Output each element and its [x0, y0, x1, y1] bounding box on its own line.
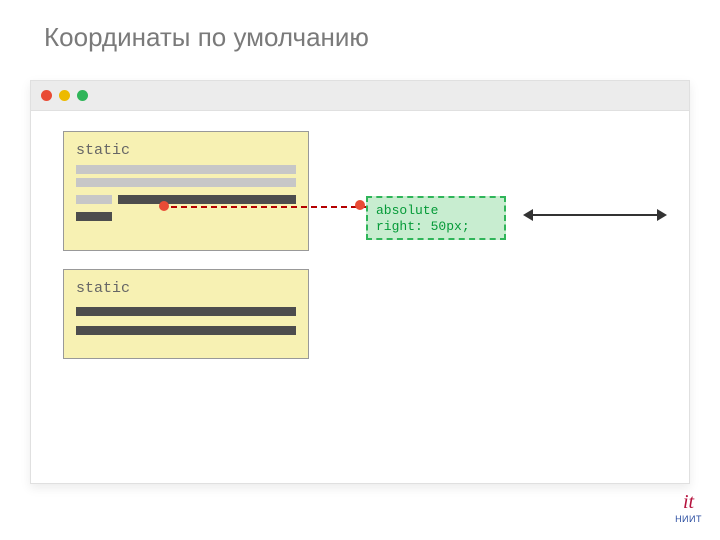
absolute-box: absolute right: 50px; [366, 196, 506, 240]
placeholder-bar [76, 307, 296, 316]
anchor-dot-icon [355, 200, 365, 210]
connection-line [161, 206, 367, 208]
placeholder-bar [76, 326, 296, 335]
placeholder-bar [76, 195, 112, 204]
placeholder-bar [76, 165, 296, 174]
distance-arrow-icon [525, 214, 665, 216]
static-block-2-label: static [76, 280, 296, 297]
absolute-box-line2: right: 50px; [376, 219, 496, 235]
static-block-2: static [63, 269, 309, 359]
slide-title: Координаты по умолчанию [44, 22, 369, 53]
absolute-box-line1: absolute [376, 203, 496, 219]
minimize-icon [59, 90, 70, 101]
maximize-icon [77, 90, 88, 101]
browser-window: static static absolute right: 50px; [30, 80, 690, 484]
browser-title-bar [31, 81, 689, 111]
static-block-1: static [63, 131, 309, 251]
placeholder-bar [118, 195, 296, 204]
logo-icon: it [675, 492, 702, 512]
placeholder-bar [76, 178, 296, 187]
anchor-dot-icon [159, 201, 169, 211]
placeholder-bar [76, 212, 112, 221]
close-icon [41, 90, 52, 101]
static-block-1-label: static [76, 142, 296, 159]
logo-text: НИИТ [675, 514, 702, 524]
logo: it НИИТ [675, 492, 702, 524]
browser-viewport: static static absolute right: 50px; [31, 111, 689, 483]
